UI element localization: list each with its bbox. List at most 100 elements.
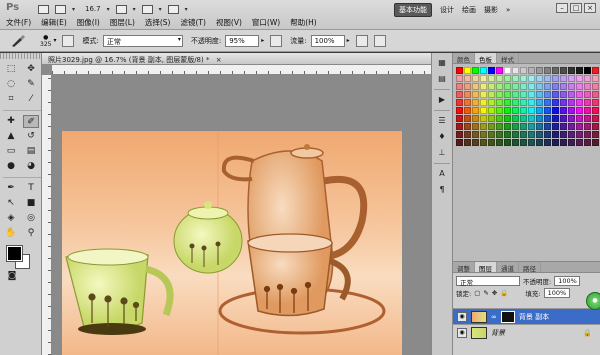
color-swatch[interactable] xyxy=(584,123,591,130)
color-swatch[interactable] xyxy=(504,123,511,130)
color-swatch[interactable] xyxy=(488,91,495,98)
eraser-tool-icon[interactable]: ▭ xyxy=(3,145,19,158)
color-swatch[interactable] xyxy=(488,67,495,74)
color-swatch[interactable] xyxy=(512,131,519,138)
color-swatch[interactable] xyxy=(576,67,583,74)
color-swatch[interactable] xyxy=(536,123,543,130)
color-swatch[interactable] xyxy=(592,67,599,74)
color-swatch[interactable] xyxy=(528,99,535,106)
chevron-right-icon[interactable]: ▸ xyxy=(261,37,264,44)
color-swatch[interactable] xyxy=(584,91,591,98)
color-swatch[interactable] xyxy=(576,107,583,114)
color-swatch[interactable] xyxy=(552,115,559,122)
eyedropper-tool-icon[interactable]: ⁄ xyxy=(23,93,39,106)
pen-tool-icon[interactable]: ✒ xyxy=(3,182,19,195)
color-swatch[interactable] xyxy=(544,83,551,90)
color-swatch[interactable] xyxy=(456,75,463,82)
color-swatch[interactable] xyxy=(480,131,487,138)
color-swatch[interactable] xyxy=(552,99,559,106)
color-swatch[interactable] xyxy=(496,75,503,82)
tablet-pressure-size-icon[interactable] xyxy=(373,34,386,47)
color-swatch[interactable] xyxy=(576,123,583,130)
color-swatch[interactable] xyxy=(488,107,495,114)
airbrush-icon[interactable] xyxy=(355,34,368,47)
color-swatch[interactable] xyxy=(568,67,575,74)
color-swatch[interactable] xyxy=(512,67,519,74)
color-swatch[interactable] xyxy=(592,99,599,106)
color-swatch[interactable] xyxy=(536,131,543,138)
workspace-design[interactable]: 设计 xyxy=(440,5,454,15)
image-canvas[interactable] xyxy=(62,131,402,355)
color-swatch[interactable] xyxy=(512,75,519,82)
color-swatch[interactable] xyxy=(512,139,519,146)
vertical-ruler[interactable] xyxy=(42,75,52,355)
color-swatch[interactable] xyxy=(560,139,567,146)
color-swatch[interactable] xyxy=(504,99,511,106)
brush-panel-icon[interactable] xyxy=(62,34,75,47)
blend-mode-select[interactable]: 正常 xyxy=(456,276,520,287)
layer-opacity-field[interactable]: 100% xyxy=(554,276,581,286)
network-status-icon[interactable]: ● xyxy=(586,292,600,310)
fill-field[interactable]: 100% xyxy=(543,288,570,298)
chevron-down-icon[interactable]: ▾ xyxy=(53,37,56,44)
color-swatch[interactable] xyxy=(536,91,543,98)
menu-file[interactable]: 文件(F) xyxy=(6,17,31,28)
brush-tool-icon[interactable]: ✐ xyxy=(23,115,39,128)
color-swatch[interactable] xyxy=(560,67,567,74)
color-swatch[interactable] xyxy=(528,83,535,90)
mini-bridge-icon[interactable] xyxy=(55,4,66,14)
color-swatch[interactable] xyxy=(520,91,527,98)
layer-mask-thumbnail[interactable] xyxy=(500,310,515,323)
lasso-tool-icon[interactable]: ◌ xyxy=(3,78,19,91)
color-swatch[interactable] xyxy=(568,99,575,106)
color-swatch[interactable] xyxy=(528,123,535,130)
color-swatch[interactable] xyxy=(512,91,519,98)
color-swatch[interactable] xyxy=(496,107,503,114)
lock-transparency-icon[interactable]: ▢ xyxy=(474,289,480,297)
shape-tool-icon[interactable]: ■ xyxy=(23,197,39,210)
color-swatch[interactable] xyxy=(584,75,591,82)
color-swatch[interactable] xyxy=(560,123,567,130)
color-swatch[interactable] xyxy=(512,115,519,122)
color-swatch[interactable] xyxy=(560,131,567,138)
brush-panel-icon[interactable]: ♦ xyxy=(435,131,449,143)
color-swatch[interactable] xyxy=(560,91,567,98)
color-swatch[interactable] xyxy=(536,107,543,114)
color-swatch[interactable] xyxy=(464,75,471,82)
chain-icon[interactable]: ∞ xyxy=(491,313,497,321)
workspace-painting[interactable]: 绘画 xyxy=(462,5,476,15)
color-swatch[interactable] xyxy=(464,99,471,106)
menu-layer[interactable]: 图层(L) xyxy=(110,17,135,28)
color-swatch[interactable] xyxy=(576,139,583,146)
color-swatch[interactable] xyxy=(520,83,527,90)
chevron-down-icon[interactable]: ▾ xyxy=(185,6,188,13)
color-swatch[interactable] xyxy=(568,139,575,146)
color-swatch[interactable] xyxy=(536,99,543,106)
color-swatch[interactable] xyxy=(504,107,511,114)
color-swatch[interactable] xyxy=(480,107,487,114)
color-swatch[interactable] xyxy=(544,67,551,74)
color-swatch[interactable] xyxy=(544,91,551,98)
mini-bridge-panel-icon[interactable]: ▦ xyxy=(435,57,449,69)
color-swatch[interactable] xyxy=(472,139,479,146)
color-swatch[interactable] xyxy=(456,107,463,114)
layer-row-background[interactable]: ◉ 背景 🔒 xyxy=(453,324,600,340)
color-swatch[interactable] xyxy=(528,139,535,146)
color-swatch[interactable] xyxy=(560,107,567,114)
color-swatch[interactable] xyxy=(504,83,511,90)
color-swatch[interactable] xyxy=(456,83,463,90)
color-swatch[interactable] xyxy=(496,67,503,74)
color-swatch[interactable] xyxy=(576,75,583,82)
color-swatch[interactable] xyxy=(488,83,495,90)
color-swatch[interactable] xyxy=(536,115,543,122)
color-swatch[interactable] xyxy=(496,139,503,146)
color-swatch[interactable] xyxy=(472,123,479,130)
chevron-down-icon[interactable]: ▾ xyxy=(133,6,136,13)
color-swatch[interactable] xyxy=(568,107,575,114)
crop-tool-icon[interactable]: ⌗ xyxy=(3,93,19,106)
color-swatch[interactable] xyxy=(480,99,487,106)
horizontal-ruler[interactable] xyxy=(52,65,431,75)
color-swatch[interactable] xyxy=(592,83,599,90)
color-swatch[interactable] xyxy=(488,99,495,106)
close-icon[interactable]: × xyxy=(584,3,596,13)
